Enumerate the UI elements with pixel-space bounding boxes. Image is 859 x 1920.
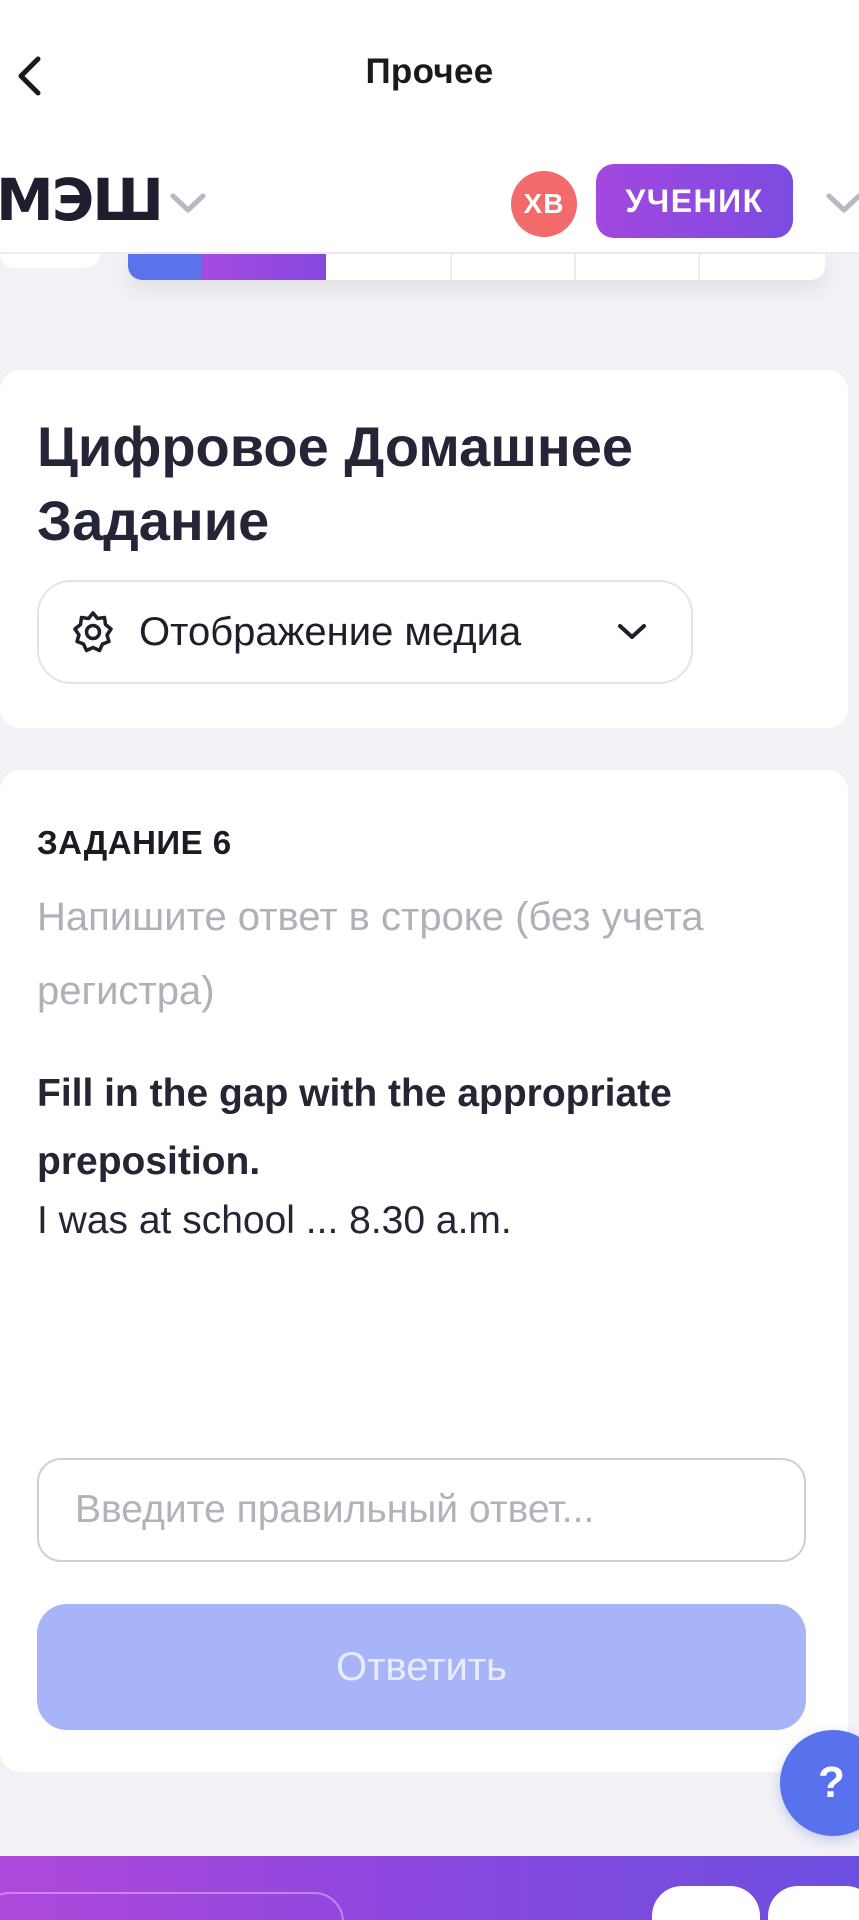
- brand-menu-button[interactable]: [168, 188, 208, 218]
- submit-answer-button[interactable]: Ответить: [37, 1604, 806, 1730]
- task-card: ЗАДАНИЕ 6 Напишите ответ в строке (без у…: [0, 770, 848, 1772]
- gear-icon: [71, 610, 115, 654]
- media-display-label: Отображение медиа: [139, 609, 522, 654]
- top-nav-bar: Прочее: [0, 0, 859, 150]
- progress-cell[interactable]: [576, 254, 700, 280]
- bottom-bar: [0, 1856, 859, 1920]
- bottom-bar-button[interactable]: [652, 1886, 760, 1920]
- task-hint: Напишите ответ в строке (без учета регис…: [37, 895, 704, 1013]
- brand-logo: МЭШ: [0, 166, 164, 234]
- strip-left-tab: [0, 254, 100, 268]
- page-title: Цифровое Домашнее Задание: [37, 415, 634, 552]
- task-number: ЗАДАНИЕ 6: [37, 824, 232, 861]
- title-card: Цифровое Домашнее Задание Отображение ме…: [0, 370, 848, 728]
- progress-cell[interactable]: [452, 254, 576, 280]
- progress-cell[interactable]: [700, 254, 825, 280]
- nav-title: Прочее: [365, 52, 494, 91]
- role-badge[interactable]: УЧЕНИК: [596, 164, 793, 238]
- progress-cell-active[interactable]: [202, 254, 326, 280]
- chevron-down-icon: [170, 193, 206, 213]
- app-header: МЭШ ХВ УЧЕНИК: [0, 150, 859, 254]
- task-sentence: I was at school ... 8.30 a.m.: [37, 1199, 512, 1242]
- role-menu-button[interactable]: [824, 188, 859, 218]
- task-progress-strip: [128, 254, 825, 280]
- bottom-bar-left-control[interactable]: [0, 1892, 344, 1920]
- media-display-dropdown[interactable]: Отображение медиа: [37, 580, 693, 684]
- task-question: Fill in the gap with the appropriate pre…: [37, 1072, 672, 1183]
- bottom-bar-button[interactable]: [768, 1886, 859, 1920]
- avatar[interactable]: ХВ: [511, 171, 577, 237]
- chevron-down-icon: [826, 193, 859, 213]
- progress-cell[interactable]: [128, 254, 202, 280]
- chevron-down-icon: [615, 617, 649, 647]
- progress-cell[interactable]: [326, 254, 452, 280]
- answer-input[interactable]: [37, 1458, 806, 1562]
